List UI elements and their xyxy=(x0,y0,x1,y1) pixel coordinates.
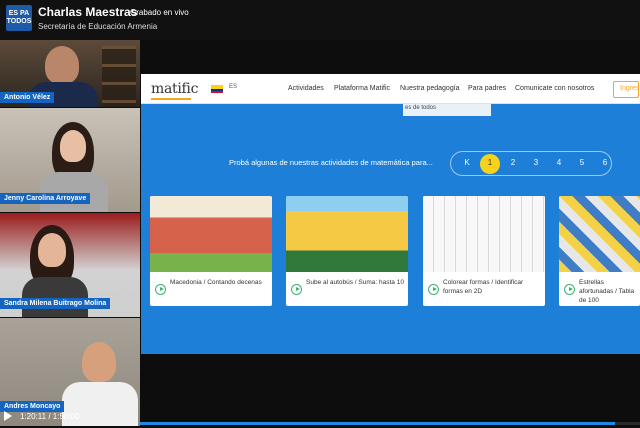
participant-name-tag: Sandra Milena Buitrago Molina xyxy=(0,298,111,309)
grade-1-active[interactable]: 1 xyxy=(480,154,500,174)
grade-2[interactable]: 2 xyxy=(503,158,523,167)
nav-comunicate[interactable]: Comunicate con nosotros xyxy=(515,85,594,92)
grade-selector: K 1 2 3 4 5 6 xyxy=(450,151,612,176)
partial-banner-text: es de todos xyxy=(405,105,437,111)
activity-thumbnail xyxy=(559,196,640,272)
activity-card[interactable]: Estrellas afortunadas / Tabla de 100 xyxy=(559,196,640,306)
activity-card[interactable]: Sube al autobús / Suma: hasta 10 xyxy=(286,196,408,306)
login-button[interactable]: Ingres xyxy=(613,81,639,98)
live-label: Grabado en vivo xyxy=(130,8,189,17)
participant-tile[interactable]: Sandra Milena Buitrago Molina xyxy=(0,213,140,317)
activity-title: Sube al autobús / Suma: hasta 10 xyxy=(306,279,404,286)
activity-title: Macedonia / Contando decenas xyxy=(170,279,262,286)
grade-3[interactable]: 3 xyxy=(526,158,546,167)
grade-6[interactable]: 6 xyxy=(595,158,615,167)
activity-card[interactable]: Macedonia / Contando decenas xyxy=(150,196,272,306)
stream-viewer: ES PA TODOS Charlas Maestras Grabado en … xyxy=(0,0,640,428)
colombia-flag-icon[interactable] xyxy=(211,85,223,93)
grade-4[interactable]: 4 xyxy=(549,158,569,167)
participant-face xyxy=(45,46,79,84)
playback-time: 1:20:11 / 1:50:00 xyxy=(20,412,80,421)
activity-thumbnail xyxy=(423,196,545,272)
bookshelf-background xyxy=(102,46,136,107)
activity-thumbnail xyxy=(286,196,408,272)
nav-nuestra-pedagogia[interactable]: Nuestra pedagogía xyxy=(400,85,460,92)
grade-5[interactable]: 5 xyxy=(572,158,592,167)
participant-shirt xyxy=(40,172,108,212)
play-icon[interactable] xyxy=(564,284,575,295)
play-icon[interactable] xyxy=(155,284,166,295)
participant-shirt xyxy=(22,277,88,317)
participant-tile[interactable]: Andres Moncayo xyxy=(0,318,140,426)
play-icon[interactable] xyxy=(4,411,12,421)
nav-para-padres[interactable]: Para padres xyxy=(468,85,506,92)
language-selector[interactable]: ES xyxy=(229,84,237,90)
progress-bar[interactable] xyxy=(140,422,640,425)
stream-header: ES PA TODOS Charlas Maestras Grabado en … xyxy=(0,0,640,40)
grade-k[interactable]: K xyxy=(457,158,477,167)
activity-title: Estrellas afortunadas / Tabla de 100 xyxy=(579,279,635,304)
matific-logo[interactable]: matific xyxy=(151,81,198,97)
participant-face xyxy=(82,342,116,382)
participant-face xyxy=(60,130,86,162)
participant-tile[interactable]: Antonio Vélez xyxy=(0,40,140,107)
shared-screen: matific ES Actividades Plataforma Matifi… xyxy=(141,74,640,354)
play-icon[interactable] xyxy=(428,284,439,295)
logo-underline xyxy=(151,98,191,100)
activity-thumbnail xyxy=(150,196,272,272)
nav-plataforma-matific[interactable]: Plataforma Matific xyxy=(334,85,390,92)
activities-prompt: Probá algunas de nuestras actividades de… xyxy=(229,158,433,167)
site-navbar: matific ES Actividades Plataforma Matifi… xyxy=(141,74,640,104)
nav-actividades[interactable]: Actividades xyxy=(288,85,324,92)
participant-name-tag: Jenny Carolina Arroyave xyxy=(0,193,91,204)
play-icon[interactable] xyxy=(291,284,302,295)
channel-subtitle: Secretaría de Educación Armenia xyxy=(38,22,158,31)
channel-logo: ES PA TODOS xyxy=(6,5,32,31)
activity-card[interactable]: Colorear formas / Identificar formas en … xyxy=(423,196,545,306)
participant-tile[interactable]: Jenny Carolina Arroyave xyxy=(0,108,140,212)
channel-title: Charlas Maestras xyxy=(38,5,138,19)
progress-fill xyxy=(140,422,615,425)
participant-face xyxy=(38,233,66,267)
activity-title: Colorear formas / Identificar formas en … xyxy=(443,279,524,295)
participant-name-tag: Antonio Vélez xyxy=(0,92,55,103)
